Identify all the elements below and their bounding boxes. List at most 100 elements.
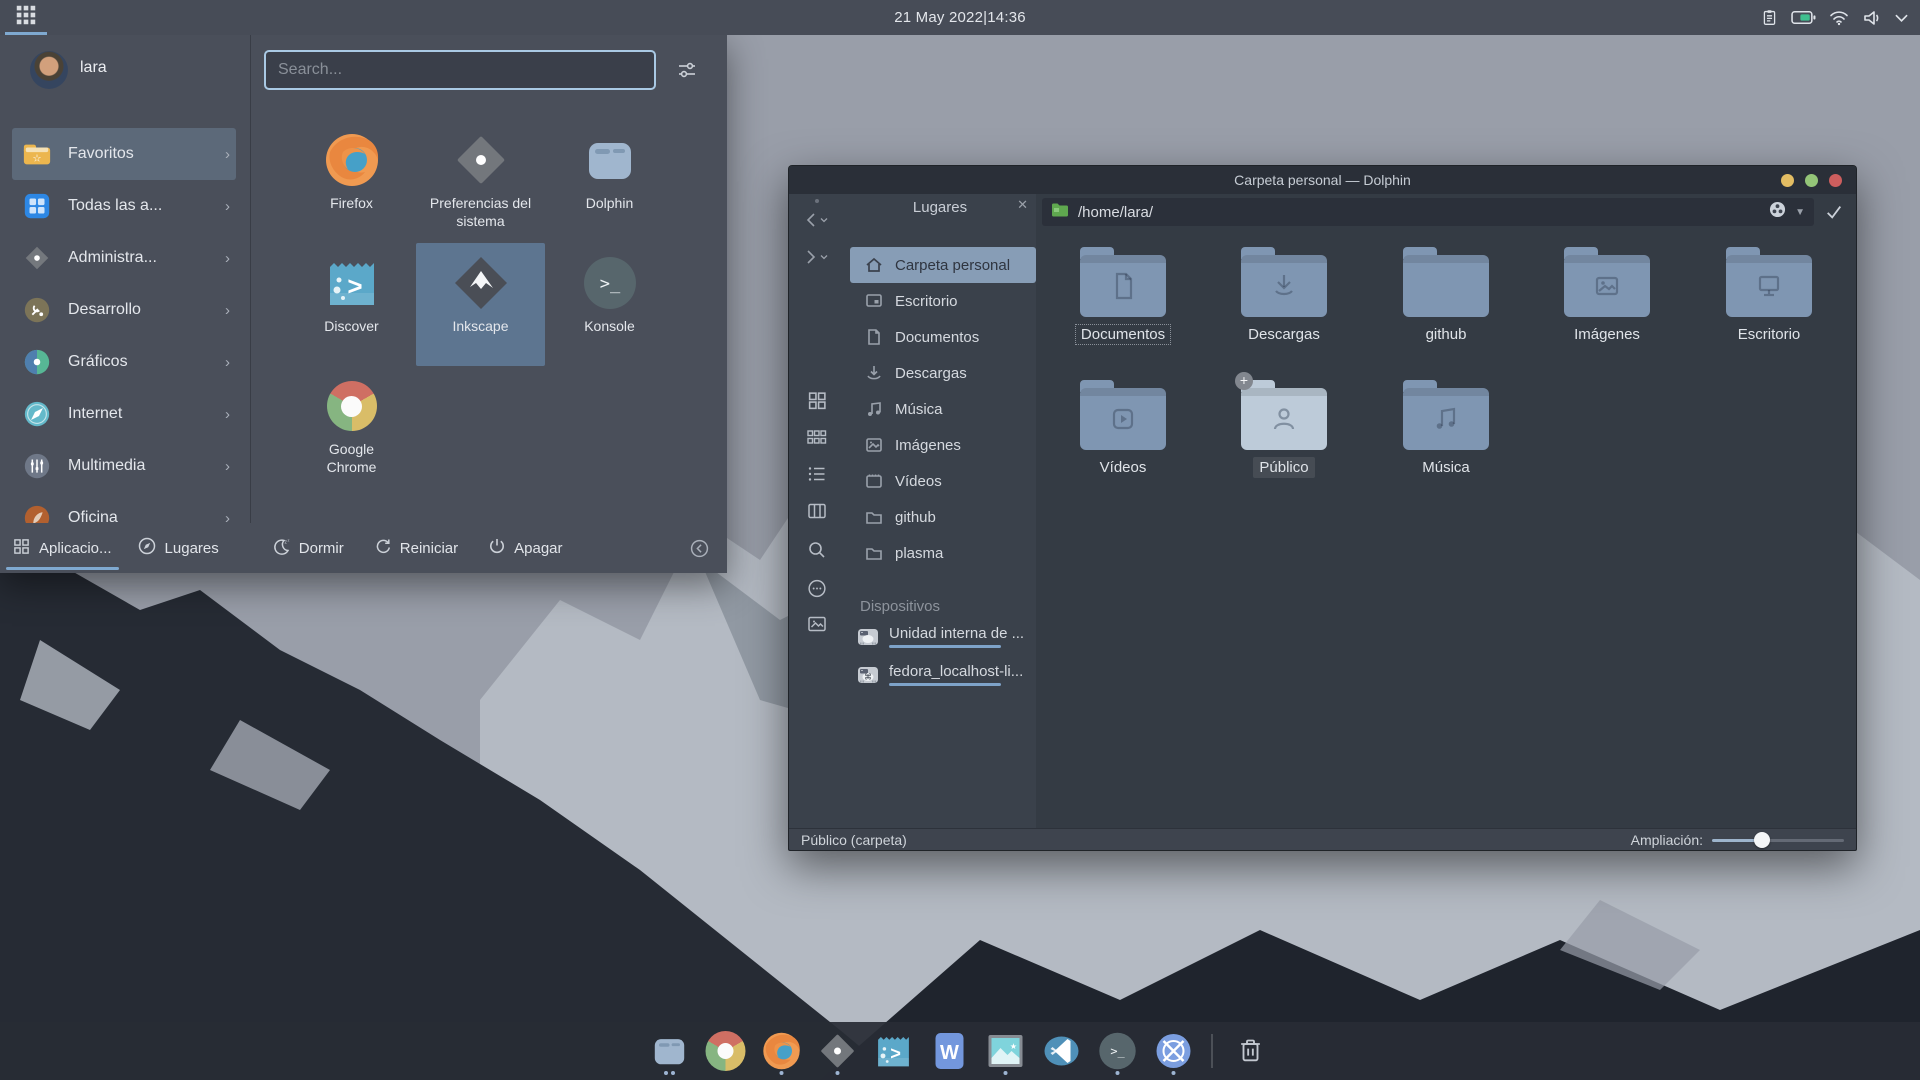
place-carpeta-personal[interactable]: Carpeta personal [850, 247, 1036, 283]
file-documentos[interactable]: Documentos [1048, 246, 1198, 345]
url-field[interactable]: /home/lara/ ▼ [1042, 198, 1814, 226]
category-desarrollo[interactable]: Desarrollo › [12, 284, 236, 336]
dock-item-writer[interactable]: W [928, 1026, 972, 1076]
graphics-circle-icon [22, 347, 52, 377]
dock-item-dolphin[interactable] [648, 1026, 692, 1076]
category-oficina[interactable]: Oficina › [12, 492, 236, 523]
dock-item-vscode[interactable] [1040, 1026, 1084, 1076]
sleep-button[interactable]: zz Dormir [272, 537, 344, 560]
close-x-icon[interactable]: ✕ [1017, 197, 1028, 213]
hard-drive-icon [856, 625, 880, 653]
favorites-folder-icon: ☆ [22, 139, 52, 169]
place-documentos[interactable]: Documentos [850, 319, 1036, 355]
more-options-icon[interactable] [806, 578, 827, 599]
user-avatar[interactable] [30, 51, 68, 89]
category-internet[interactable]: Internet › [12, 388, 236, 440]
dock-item-chrome[interactable] [704, 1026, 748, 1076]
dropdown-caret-icon[interactable]: ▼ [1795, 207, 1805, 218]
device-unidad-interna[interactable]: Unidad interna de ... [844, 623, 1036, 661]
minimize-button[interactable] [1781, 174, 1794, 187]
category-multimedia[interactable]: Multimedia › [12, 440, 236, 492]
zoom-slider[interactable] [1712, 832, 1844, 848]
file-label: Vídeos [1094, 457, 1153, 478]
wifi-icon[interactable] [1829, 9, 1849, 26]
zoom-slider-thumb[interactable] [1754, 832, 1770, 848]
file-escritorio[interactable]: Escritorio [1694, 246, 1844, 345]
app-konsole[interactable]: >_ Konsole [545, 243, 674, 366]
tab-label: Lugares [165, 540, 219, 557]
device-fedora-localhost[interactable]: ⌘ fedora_localhost-li... [844, 661, 1036, 699]
place-label: Vídeos [895, 473, 942, 490]
file-musica[interactable]: Música [1371, 379, 1521, 478]
loader-pinwheel-icon[interactable] [1769, 201, 1786, 223]
clipboard-icon[interactable] [1761, 8, 1778, 27]
app-preferencias-del-sistema[interactable]: Preferencias del sistema [416, 120, 545, 243]
place-plasma[interactable]: plasma [850, 535, 1036, 571]
app-firefox[interactable]: Firefox [287, 120, 416, 243]
window-titlebar[interactable]: Carpeta personal — Dolphin [789, 166, 1856, 194]
category-administracion[interactable]: Administra... › [12, 232, 236, 284]
volume-icon[interactable] [1862, 9, 1882, 27]
place-musica[interactable]: Música [850, 391, 1036, 427]
file-descargas[interactable]: Descargas [1209, 246, 1359, 345]
sliders-icon[interactable] [676, 59, 698, 86]
dock-item-firefox[interactable] [760, 1026, 804, 1076]
favorites-app-grid: Firefox Preferencias del sistema Dolphin… [287, 120, 674, 489]
tab-lugares[interactable]: Lugares [125, 523, 232, 573]
compact-view-icon[interactable] [806, 428, 828, 446]
back-icon[interactable] [804, 212, 830, 228]
firefox-icon [322, 130, 382, 190]
restart-button[interactable]: Reiniciar [374, 537, 458, 560]
details-view-icon[interactable] [806, 465, 827, 483]
action-label: Apagar [514, 540, 562, 557]
search-icon[interactable] [807, 540, 827, 560]
place-github[interactable]: github [850, 499, 1036, 535]
file-publico[interactable]: + Público [1209, 379, 1359, 478]
file-github[interactable]: github [1371, 246, 1521, 345]
collapse-circle-chevron-icon[interactable] [690, 539, 709, 558]
columns-view-icon[interactable] [806, 502, 827, 520]
place-descargas[interactable]: Descargas [850, 355, 1036, 391]
dock-item-discover[interactable]: > [872, 1026, 916, 1076]
discover-icon: > [873, 1030, 915, 1072]
dock-item-gwenview[interactable]: ★ [984, 1026, 1028, 1076]
preview-icon[interactable] [806, 615, 827, 633]
chevron-down-icon[interactable] [1895, 14, 1908, 22]
chrome-icon [322, 376, 382, 436]
zoom-slider-track [1762, 839, 1844, 842]
category-todas-las-aplicaciones[interactable]: Todas las a... › [12, 180, 236, 232]
grid-view-icon[interactable] [806, 390, 827, 411]
category-label: Favoritos [68, 145, 134, 163]
app-google-chrome[interactable]: Google Chrome [287, 366, 416, 489]
place-escritorio[interactable]: Escritorio [850, 283, 1036, 319]
forward-icon[interactable] [804, 249, 830, 265]
dock-item-konsole[interactable]: >_ [1096, 1026, 1140, 1076]
app-dolphin[interactable]: Dolphin [545, 120, 674, 243]
category-favoritos[interactable]: ☆ Favoritos › [12, 128, 236, 180]
maximize-button[interactable] [1805, 174, 1818, 187]
zoom-label: Ampliación: [1631, 832, 1703, 848]
dock-item-trash[interactable] [1229, 1026, 1273, 1076]
app-inkscape[interactable]: Inkscape [416, 243, 545, 366]
dock-item-xorg[interactable] [1152, 1026, 1196, 1076]
dock-item-system-settings[interactable] [816, 1026, 860, 1076]
battery-icon[interactable] [1791, 9, 1816, 26]
user-name: lara [80, 59, 107, 77]
running-indicator [780, 1071, 784, 1075]
checkmark-icon[interactable] [1820, 199, 1848, 225]
shutdown-button[interactable]: Apagar [488, 537, 562, 560]
administration-diamond-icon [22, 243, 52, 273]
running-indicator [1116, 1071, 1120, 1075]
app-discover[interactable]: > Discover [287, 243, 416, 366]
hard-drive-icon: ⌘ [856, 663, 880, 691]
file-videos[interactable]: Vídeos [1048, 379, 1198, 478]
place-videos[interactable]: Vídeos [850, 463, 1036, 499]
search-input[interactable] [264, 50, 656, 90]
plus-badge-icon[interactable]: + [1235, 372, 1253, 390]
category-graficos[interactable]: Gráficos › [12, 336, 236, 388]
place-imagenes[interactable]: Imágenes [850, 427, 1036, 463]
close-button[interactable] [1829, 174, 1842, 187]
digital-clock[interactable]: 21 May 2022|14:36 [0, 9, 1920, 26]
file-imagenes[interactable]: Imágenes [1532, 246, 1682, 345]
tab-aplicaciones[interactable]: Aplicacio... [0, 523, 125, 573]
